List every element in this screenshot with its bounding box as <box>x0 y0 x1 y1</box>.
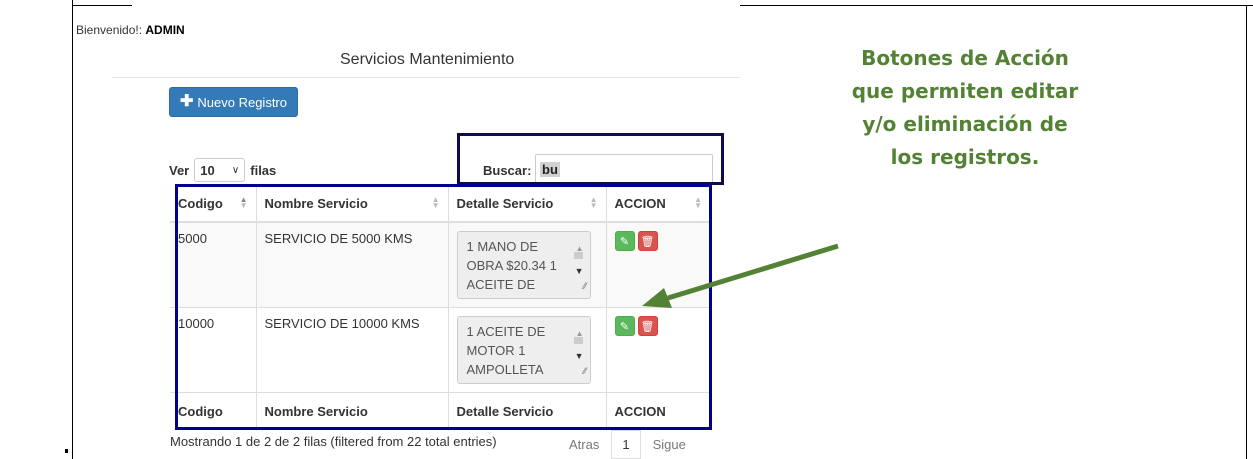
page-length-value: 10 <box>200 162 215 178</box>
frame-top-border-right <box>740 5 1253 6</box>
frame-right-border <box>1246 5 1247 459</box>
title-divider <box>112 77 740 78</box>
welcome-text: Bienvenido!: ADMIN <box>76 23 185 37</box>
page-mark <box>65 449 68 453</box>
table-info: Mostrando 1 de 2 de 2 filas (filtered fr… <box>170 434 497 449</box>
page-length-control: Ver 10 ∨ filas <box>169 158 276 182</box>
page-title: Servicios Mantenimiento <box>340 51 515 68</box>
pagination-prev[interactable]: Atras <box>557 431 611 458</box>
annotation-callout: Botones de Acción que permiten editar y/… <box>851 46 1079 169</box>
table-highlight-box <box>175 184 712 430</box>
frame-top-border <box>72 5 132 6</box>
show-label: Ver <box>169 162 190 178</box>
rows-label: filas <box>250 162 277 178</box>
chevron-down-icon: ∨ <box>231 164 240 176</box>
plus-icon: ✚ <box>179 93 194 110</box>
frame-left-border <box>72 0 73 459</box>
new-record-label: Nuevo Registro <box>197 94 287 110</box>
page-length-select[interactable]: 10 ∨ <box>194 158 246 182</box>
pagination-next[interactable]: Sigue <box>641 431 698 458</box>
current-user: ADMIN <box>145 23 185 37</box>
welcome-prefix: Bienvenido!: <box>76 23 146 37</box>
pagination: Atras 1 Sigue <box>557 430 698 459</box>
pagination-page[interactable]: 1 <box>611 430 641 459</box>
search-highlight-box <box>457 133 724 185</box>
new-record-button[interactable]: ✚ Nuevo Registro <box>169 87 298 117</box>
